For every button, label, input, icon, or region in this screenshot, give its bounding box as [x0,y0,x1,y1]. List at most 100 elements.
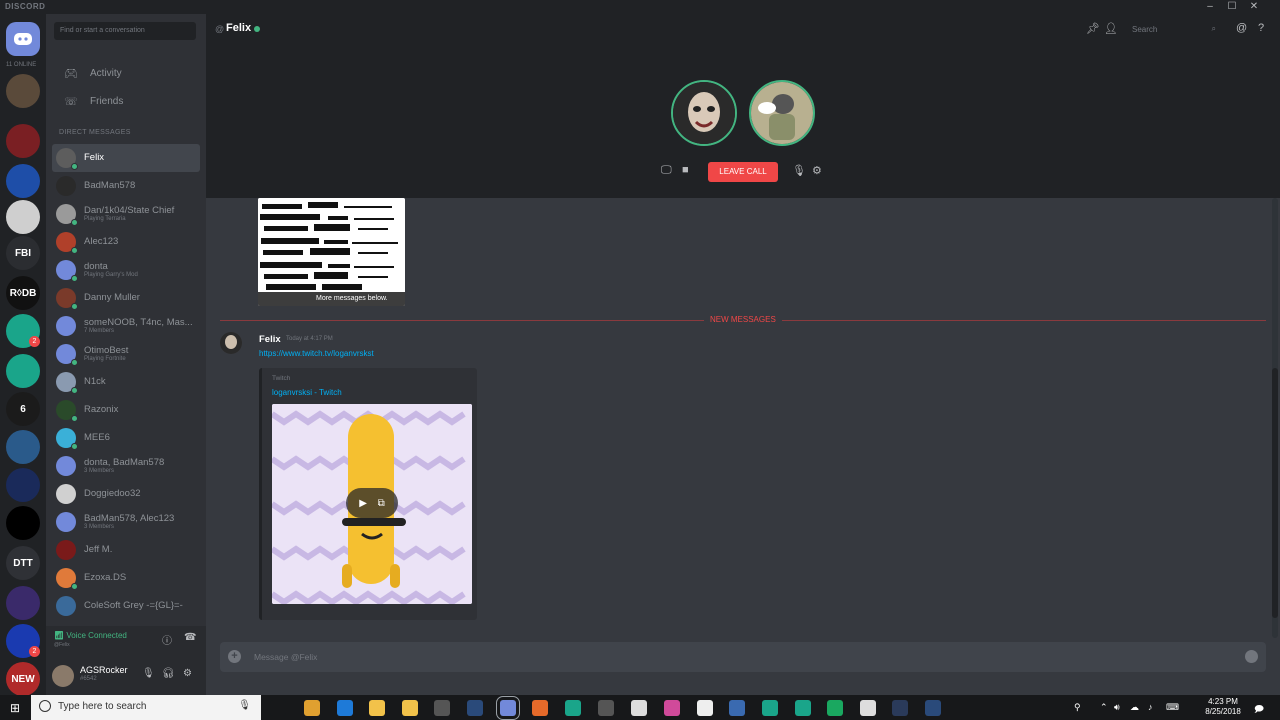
mention-icon[interactable]: @ [1236,22,1247,34]
server-icon[interactable] [6,354,40,388]
find-conversation-input[interactable]: Find or start a conversation [54,22,196,40]
upload-plus-icon[interactable]: + [228,650,241,663]
user-avatar[interactable] [52,665,74,687]
app-icon[interactable] [729,700,745,716]
keyboard-icon[interactable]: ⌨ [1166,702,1179,713]
dm-item[interactable]: Jeff M. [52,536,200,564]
close-button[interactable]: ✕ [1244,0,1264,14]
home-button[interactable] [6,22,40,56]
more-messages-below[interactable]: More messages below. [258,292,405,306]
tray-chevron-icon[interactable]: ⌃ [1100,702,1108,713]
app-icon[interactable] [762,700,778,716]
embed-title-link[interactable]: loganvrsksi - Twitch [272,388,342,397]
dm-item[interactable]: someNOOB, T4nc, Mas... 7 Members [52,312,200,340]
discord-taskbar-icon[interactable] [496,696,520,720]
dm-item[interactable]: Doggiedoo32 [52,480,200,508]
tray-app-icon[interactable]: ♪ [1148,702,1153,712]
app-icon[interactable] [598,700,614,716]
microphone-icon[interactable]: 🎙︎ [142,668,155,679]
server-icon[interactable] [6,468,40,502]
dm-item[interactable]: ColeSoft Grey -={GL}=- [52,592,200,620]
dm-item[interactable]: Danny Muller [52,284,200,312]
dm-item[interactable]: BadMan578 [52,172,200,200]
chat-scrollbar[interactable] [1272,198,1278,638]
server-icon[interactable] [6,200,40,234]
search-input[interactable]: Search ⌕ [1128,22,1220,38]
dm-item[interactable]: donta Playing Garry's Mod [52,256,200,284]
minimize-button[interactable]: – [1200,0,1220,14]
app-icon[interactable] [860,700,876,716]
notifications-icon[interactable]: 🗩︎ [1254,702,1264,718]
server-icon[interactable]: FBI [6,236,40,270]
chrome-icon[interactable] [304,700,320,716]
call-participant-avatar[interactable] [671,80,737,146]
app-icon[interactable] [892,700,908,716]
app-icon[interactable] [697,700,713,716]
app-icon[interactable] [631,700,647,716]
firefox-icon[interactable] [532,700,548,716]
dm-item[interactable]: Razonix [52,396,200,424]
message-avatar[interactable] [220,332,242,354]
volume-icon[interactable]: 🔊︎ [1114,702,1120,713]
dm-item[interactable]: OtimoBest Playing Fortnite [52,340,200,368]
server-icon[interactable] [6,586,40,620]
connection-info-icon[interactable]: ⓘ [162,632,172,647]
embed-video-thumbnail[interactable]: ▶ ⧉ [272,404,472,604]
taskbar-clock[interactable]: 4:23 PM 8/25/2018 [1200,697,1246,716]
app-icon[interactable] [664,700,680,716]
dm-item[interactable]: N1ck [52,368,200,396]
dm-item[interactable]: Dan/1k04/State Chief Playing Terraria [52,200,200,228]
dm-item[interactable]: BadMan578, Alec123 3 Members [52,508,200,536]
task-view-icon[interactable] [270,700,286,716]
server-icon[interactable] [6,506,40,540]
dm-item[interactable]: MEE6 [52,424,200,452]
settings-gear-icon[interactable]: ⚙ [183,668,192,679]
dm-item[interactable]: Alec123 [52,228,200,256]
call-settings-gear-icon[interactable]: ⚙ [812,164,822,177]
attachment-image[interactable]: More messages below. [258,198,405,306]
server-icon[interactable]: NEW [6,662,40,696]
video-play-overlay[interactable]: ▶ ⧉ [346,488,398,518]
server-icon[interactable] [6,74,40,108]
pin-icon[interactable]: 📌︎ [1086,22,1100,35]
nav-activity[interactable]: 🎮︎ Activity [52,60,200,86]
microphone-icon[interactable]: 🎙︎ [792,164,806,177]
maximize-button[interactable]: ☐ [1222,0,1242,14]
microphone-icon[interactable]: 🎙︎ [238,700,251,711]
scrollbar-thumb[interactable] [1272,368,1278,618]
steam-icon[interactable] [925,700,941,716]
open-external-icon[interactable]: ⧉ [378,498,385,509]
leave-call-button[interactable]: LEAVE CALL [708,162,778,182]
windows-start-icon[interactable]: ⊞ [10,701,20,715]
add-friend-icon[interactable]: 👤︎ [1104,22,1118,35]
app-icon[interactable] [795,700,811,716]
taskbar-search-input[interactable]: Type here to search 🎙︎ [31,695,261,720]
tray-network-icon[interactable]: ⚲ [1074,702,1081,713]
dm-item[interactable]: Ezoxa.DS [52,564,200,592]
server-icon[interactable]: DTT [6,546,40,580]
steam-icon[interactable] [467,700,483,716]
message-link[interactable]: https://www.twitch.tv/loganvrskst [259,349,374,358]
dm-item[interactable]: donta, BadMan578 3 Members [52,452,200,480]
server-icon[interactable]: R◊DB [6,276,40,310]
server-icon[interactable] [6,124,40,158]
photos-icon[interactable] [434,700,450,716]
server-icon[interactable]: 6 [6,392,40,426]
app-icon[interactable] [827,700,843,716]
dm-item[interactable]: Felix [52,144,200,172]
message-input[interactable] [254,648,1214,666]
play-icon[interactable]: ▶ [359,498,367,509]
store-icon[interactable] [402,700,418,716]
message-author[interactable]: Felix [259,334,281,345]
screen-share-icon[interactable]: 🖵︎ [661,164,672,177]
emoji-icon[interactable] [1245,650,1258,663]
app-icon[interactable] [565,700,581,716]
file-explorer-icon[interactable] [369,700,385,716]
help-icon[interactable]: ? [1258,22,1264,34]
video-camera-icon[interactable]: ■ [682,164,689,176]
nav-friends[interactable]: ☏ Friends [52,88,200,114]
call-participant-avatar[interactable] [749,80,815,146]
wifi-icon[interactable]: ☁ [1130,702,1139,713]
disconnect-icon[interactable]: ☎ [184,632,196,643]
headphones-icon[interactable]: 🎧︎ [162,668,175,679]
